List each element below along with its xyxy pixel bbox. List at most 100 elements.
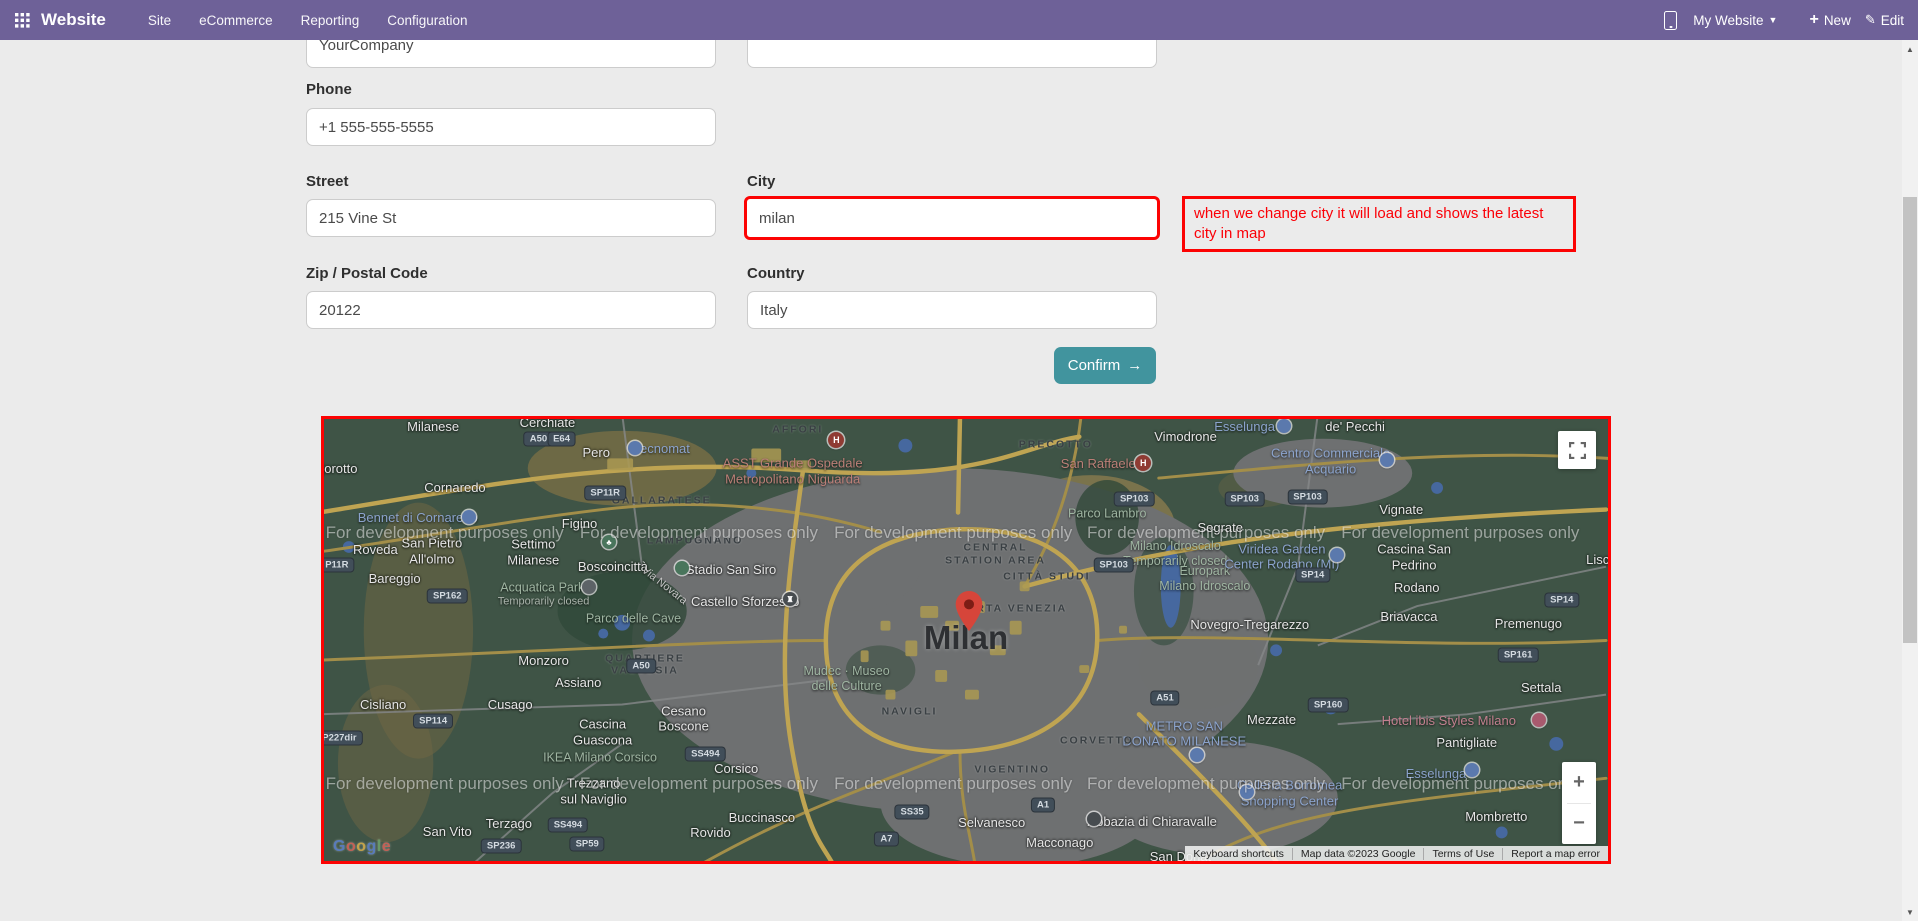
city-input[interactable]: milan: [744, 196, 1160, 240]
edit-button[interactable]: ✎ Edit: [1865, 12, 1904, 28]
map-label: jorotto: [321, 461, 358, 477]
zoom-out-button[interactable]: −: [1562, 804, 1596, 845]
arrow-right-icon: →: [1127, 357, 1143, 374]
country-input[interactable]: Italy: [747, 291, 1157, 329]
phone-value: +1 555-555-5555: [319, 118, 434, 136]
map-label: Vignate: [1379, 502, 1424, 518]
dev-watermark: For development purposes only: [579, 774, 818, 794]
map-label: Corsico: [714, 761, 759, 777]
poi-marker: ♣: [602, 535, 617, 550]
map-label: AFFORI: [772, 424, 824, 437]
top-navbar: Website Site eCommerce Reporting Configu…: [0, 0, 1918, 40]
map-label: Abbazia di Chiaravalle: [1087, 814, 1217, 830]
map-label: PRECOTTO: [1018, 438, 1093, 451]
plus-icon: +: [1809, 11, 1819, 28]
zip-value: 20122: [319, 301, 361, 319]
poi-marker: [1240, 785, 1255, 800]
map-label: Figino: [561, 515, 598, 531]
city-label: City: [747, 173, 776, 190]
fullscreen-icon: [1568, 441, 1586, 459]
chevron-down-icon: ▼: [1768, 15, 1778, 25]
map-label: Bareggio: [368, 571, 421, 587]
map-label: Premenugo: [1494, 615, 1562, 631]
new-button[interactable]: + New: [1809, 12, 1850, 28]
map-label: de' Pecchi: [1325, 419, 1385, 435]
street-input[interactable]: 215 Vine St: [306, 199, 716, 237]
dev-watermark: For development purposes only: [325, 523, 564, 543]
map-label: Mombretto: [1465, 809, 1528, 825]
nav-item-site[interactable]: Site: [148, 13, 171, 28]
map-label: Cesano Boscone: [658, 703, 709, 734]
dev-watermark: For development purposes only: [1087, 774, 1326, 794]
road-badge: SP14: [1296, 568, 1330, 582]
map-label: METRO SAN DONATO MILANESE: [1122, 718, 1247, 749]
map-label: Buccinasco: [728, 810, 796, 826]
scrollbar-thumb[interactable]: [1903, 197, 1917, 643]
fullscreen-button[interactable]: [1558, 431, 1596, 469]
road-badge: SP160: [1308, 698, 1348, 712]
map-label: Esselunga: [1214, 418, 1275, 434]
dev-watermark: For development purposes only: [1341, 774, 1580, 794]
zoom-in-button[interactable]: +: [1562, 762, 1596, 803]
report-map-error-link[interactable]: Report a map error: [1502, 847, 1608, 860]
road-badge: E64: [548, 432, 575, 446]
country-value: Italy: [760, 301, 788, 319]
page-scrollbar[interactable]: ▲ ▼: [1902, 40, 1918, 921]
apps-grid-icon[interactable]: [15, 12, 30, 28]
nav-item-configuration[interactable]: Configuration: [387, 13, 467, 28]
map-label: ASST Grande Ospedale Metropolitano Nigua…: [722, 455, 863, 487]
map-label: Trezzano sul Naviglio: [560, 775, 627, 807]
road-badge: SP103: [1225, 492, 1264, 506]
map-label: Selvanesco: [958, 815, 1026, 831]
map-label: Esselunga: [1405, 766, 1467, 782]
map-label: Mudec · Museo delle Culture: [803, 664, 890, 694]
map-label: Monzoro: [518, 653, 569, 669]
poi-marker: [581, 580, 596, 595]
map-label: Viridea Garden Center Rodano (MI): [1224, 541, 1340, 572]
terms-of-use-link[interactable]: Terms of Use: [1423, 847, 1502, 860]
nav-item-reporting[interactable]: Reporting: [301, 13, 360, 28]
zip-input[interactable]: 20122: [306, 291, 716, 329]
map-label: Pantigliate: [1436, 735, 1498, 751]
map-label: Milanese: [407, 419, 460, 435]
map-label: CITTÀ STUDI: [1003, 570, 1091, 583]
road-badge: A50: [627, 659, 655, 673]
edit-button-label: Edit: [1880, 12, 1904, 28]
app-brand[interactable]: Website: [41, 10, 106, 30]
map-label: San Vito: [422, 824, 472, 840]
road-badge: SS35: [895, 805, 929, 819]
poi-marker: [1531, 713, 1546, 727]
phone-input[interactable]: +1 555-555-5555: [306, 108, 716, 146]
road-badge: A7: [875, 832, 898, 846]
confirm-button[interactable]: Confirm →: [1054, 347, 1156, 384]
website-switcher[interactable]: My Website ▼: [1693, 13, 1777, 28]
map-attribution-bar: Keyboard shortcuts Map data ©2023 Google…: [1185, 846, 1608, 861]
google-logo[interactable]: Google: [333, 838, 391, 856]
map-label: Stadio San Siro: [685, 561, 777, 577]
keyboard-shortcuts-link[interactable]: Keyboard shortcuts: [1185, 848, 1291, 860]
map-zoom-control: + −: [1562, 762, 1596, 844]
map-label: Cusago: [487, 697, 533, 713]
street-value: 215 Vine St: [319, 209, 397, 227]
map-label: Milano Idroscalo Temporarily closed: [1123, 539, 1228, 569]
road-badge: SP236: [481, 839, 521, 853]
map-label: Centro Commerciale Acquario: [1271, 445, 1391, 477]
dev-watermark: For development purposes only: [1341, 523, 1580, 543]
poi-marker: [1464, 762, 1479, 777]
map-label: Assiano: [555, 675, 602, 691]
poi-marker: ♜: [783, 592, 798, 607]
city-value: milan: [759, 209, 795, 227]
scroll-down-arrow[interactable]: ▼: [1902, 905, 1918, 919]
poi-marker: [1190, 747, 1205, 762]
poi-marker: [1277, 419, 1292, 433]
map-label: Vimodrone: [1154, 428, 1217, 444]
map-label: Briavacca: [1380, 609, 1438, 625]
map-label: Cascina Guascona: [572, 716, 633, 747]
map-label: VIGENTINO: [974, 763, 1051, 776]
dev-watermark: For development purposes only: [834, 774, 1073, 794]
mobile-preview-icon[interactable]: [1664, 10, 1678, 30]
map-label: Cisliano: [359, 697, 407, 713]
scroll-up-arrow[interactable]: ▲: [1902, 42, 1918, 56]
nav-item-ecommerce[interactable]: eCommerce: [199, 13, 273, 28]
google-map[interactable]: Milanese Cerchiate Pero Tecnomat AFFORI ASST …: [321, 416, 1611, 864]
